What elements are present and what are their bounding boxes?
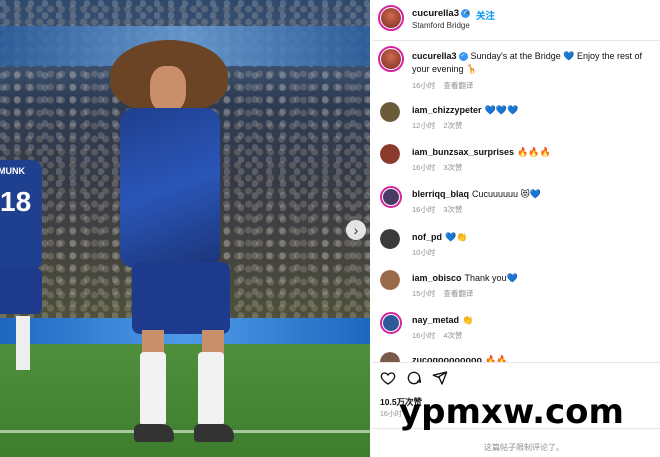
site-watermark: ypmxw.com xyxy=(399,392,624,432)
comment-avatar[interactable] xyxy=(380,102,400,122)
comment-time: 16小时 xyxy=(412,331,436,340)
player-sock-left xyxy=(140,352,166,426)
player-shirt xyxy=(120,108,220,268)
caption-avatar[interactable] xyxy=(378,46,404,72)
comment-time: 12小时 xyxy=(412,121,436,130)
comment-likes[interactable]: 2次赞 xyxy=(443,121,462,130)
player-left-sock xyxy=(16,316,30,370)
follow-button[interactable]: 关注 xyxy=(476,8,495,22)
caption-username[interactable]: cucurella3 ✓ xyxy=(412,51,468,62)
comment-body: zucogoooooooo 🔥🔥 xyxy=(412,354,656,362)
comment-time: 16小时 xyxy=(412,205,436,214)
comment-likes[interactable]: 3次赞 xyxy=(443,163,462,172)
comment-text: 🔥🔥🔥 xyxy=(517,147,551,157)
comments-limited-notice: 这篇帖子限制评论了。 xyxy=(484,443,564,452)
verified-badge-icon: ✓ xyxy=(458,52,468,62)
header-separator: • xyxy=(466,8,470,19)
comment-item: zucogoooooooo 🔥🔥 xyxy=(372,352,660,362)
comment-text: Cucuuuuuu 😻💙 xyxy=(472,189,542,199)
comment-avatar[interactable] xyxy=(380,229,400,249)
comment-time: 16小时 xyxy=(412,163,436,172)
comment-username[interactable]: zucogoooooooo xyxy=(412,355,482,362)
comment-text: Thank you💙 xyxy=(464,273,518,283)
author-username-text[interactable]: cucurella3 xyxy=(412,8,459,19)
comment-body: iam_chizzypeter 💙💙💙 xyxy=(412,104,656,117)
heart-icon[interactable] xyxy=(380,370,396,386)
comment-text: 👏 xyxy=(462,315,474,325)
player-main xyxy=(110,40,250,450)
player-face xyxy=(150,66,186,112)
player-sock-right xyxy=(198,352,224,426)
header-divider xyxy=(372,40,660,41)
comment-text: 🔥🔥 xyxy=(484,355,508,362)
comment-body: blerriqq_blaq Cucuuuuuu 😻💙 xyxy=(412,188,656,201)
player-left-shorts xyxy=(0,268,42,314)
post-photo[interactable]: MUNK 18 › xyxy=(0,0,370,457)
caption-body: cucurella3 ✓ Sunday's at the Bridge 💙 Enjo… xyxy=(412,50,656,76)
comment-time: 15小时 xyxy=(412,289,436,298)
comment-translate-link[interactable]: 查看翻译 xyxy=(443,289,473,298)
comment-body: nay_metad 👏 xyxy=(412,314,656,327)
player-left-name: MUNK xyxy=(0,166,25,176)
comment-text: 💙💙💙 xyxy=(484,105,519,115)
comment-avatar[interactable] xyxy=(380,186,402,208)
comment-time: 10小时 xyxy=(412,248,436,257)
comment-avatar[interactable] xyxy=(380,270,400,290)
player-shorts xyxy=(132,262,230,334)
comment-meta: 16小时 4次赞 xyxy=(412,330,471,341)
comment-text: 💙👏 xyxy=(445,232,468,242)
caption-translate-link[interactable]: 查看翻译 xyxy=(443,81,473,90)
comment-body: iam_bunzsax_surprises 🔥🔥🔥 xyxy=(412,146,656,159)
comment-meta: 12小时 2次赞 xyxy=(412,120,471,131)
comment-username[interactable]: iam_obisco xyxy=(412,273,462,283)
comment-meta: 15小时 查看翻译 xyxy=(412,288,481,299)
comment-username[interactable]: nof_pd xyxy=(412,232,442,242)
author-username[interactable]: cucurella3 ✓ xyxy=(412,8,470,19)
comment-avatar[interactable] xyxy=(380,352,400,362)
caption-meta: 16小时 查看翻译 xyxy=(412,80,481,91)
comment-username[interactable]: nay_metad xyxy=(412,315,459,325)
share-icon[interactable] xyxy=(432,370,448,386)
actions-divider xyxy=(372,362,660,363)
comment-username[interactable]: iam_chizzypeter xyxy=(412,105,482,115)
comment-likes[interactable]: 3次赞 xyxy=(443,205,462,214)
comment-meta: 10小时 xyxy=(412,247,451,258)
comment-meta: 16小时 3次赞 xyxy=(412,162,471,173)
comment-likes[interactable]: 4次赞 xyxy=(443,331,462,340)
comment-body: nof_pd 💙👏 xyxy=(412,231,656,244)
player-boot-right xyxy=(194,424,234,442)
location-link[interactable]: Stamford Bridge xyxy=(412,21,470,30)
player-boot-left xyxy=(134,424,174,442)
post-sidebar: cucurella3 ✓ • 关注 Stamford Bridge cucurel… xyxy=(372,0,660,457)
comment-avatar[interactable] xyxy=(380,144,400,164)
comment-username[interactable]: iam_bunzsax_surprises xyxy=(412,147,514,157)
next-image-button[interactable]: › xyxy=(346,220,366,240)
comment-body: iam_obisco Thank you💙 xyxy=(412,272,656,285)
player-left: MUNK 18 xyxy=(0,150,46,370)
comment-icon[interactable] xyxy=(406,370,422,386)
player-left-number: 18 xyxy=(0,186,32,217)
comment-username[interactable]: blerriqq_blaq xyxy=(412,189,469,199)
author-avatar[interactable] xyxy=(378,5,404,31)
caption-time: 16小时 xyxy=(412,81,436,90)
comment-meta: 16小时 3次赞 xyxy=(412,204,471,215)
comment-avatar[interactable] xyxy=(380,312,402,334)
